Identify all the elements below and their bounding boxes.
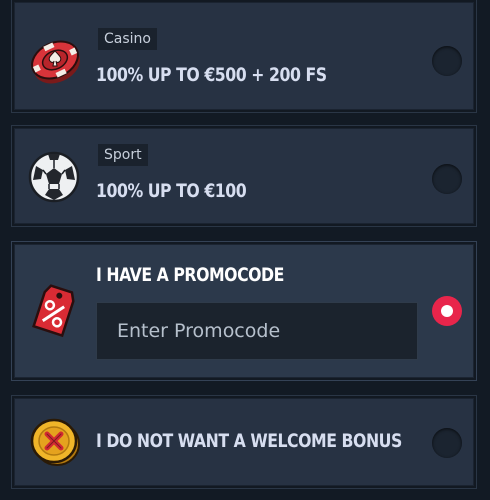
bonus-title-sport: 100% UP TO €100 bbox=[96, 180, 247, 202]
promocode-title: I HAVE A PROMOCODE bbox=[96, 264, 284, 286]
option-promocode[interactable]: I HAVE A PROMOCODE bbox=[12, 242, 476, 380]
option-casino[interactable]: Casino 100% UP TO €500 + 200 FS bbox=[12, 0, 476, 112]
radio-sport[interactable] bbox=[432, 164, 462, 194]
option-sport[interactable]: Sport 100% UP TO €100 bbox=[12, 126, 476, 226]
option-no-bonus[interactable]: I DO NOT WANT A WELCOME BONUS bbox=[12, 396, 476, 488]
welcome-bonus-picker: Casino 100% UP TO €500 + 200 FS Sport 10… bbox=[0, 0, 490, 500]
category-label-sport: Sport bbox=[98, 144, 148, 166]
bonus-title-casino: 100% UP TO €500 + 200 FS bbox=[96, 64, 327, 86]
percent-tag-icon bbox=[32, 284, 75, 338]
radio-casino[interactable] bbox=[432, 46, 462, 76]
radio-no-bonus[interactable] bbox=[432, 428, 462, 458]
promocode-input[interactable] bbox=[96, 302, 418, 360]
no-bonus-title: I DO NOT WANT A WELCOME BONUS bbox=[96, 430, 402, 452]
casino-chip-icon bbox=[31, 40, 80, 84]
soccer-ball-icon bbox=[28, 151, 80, 203]
cross-coin-icon bbox=[30, 418, 80, 466]
radio-promocode[interactable] bbox=[432, 296, 462, 326]
category-label-casino: Casino bbox=[98, 28, 157, 50]
